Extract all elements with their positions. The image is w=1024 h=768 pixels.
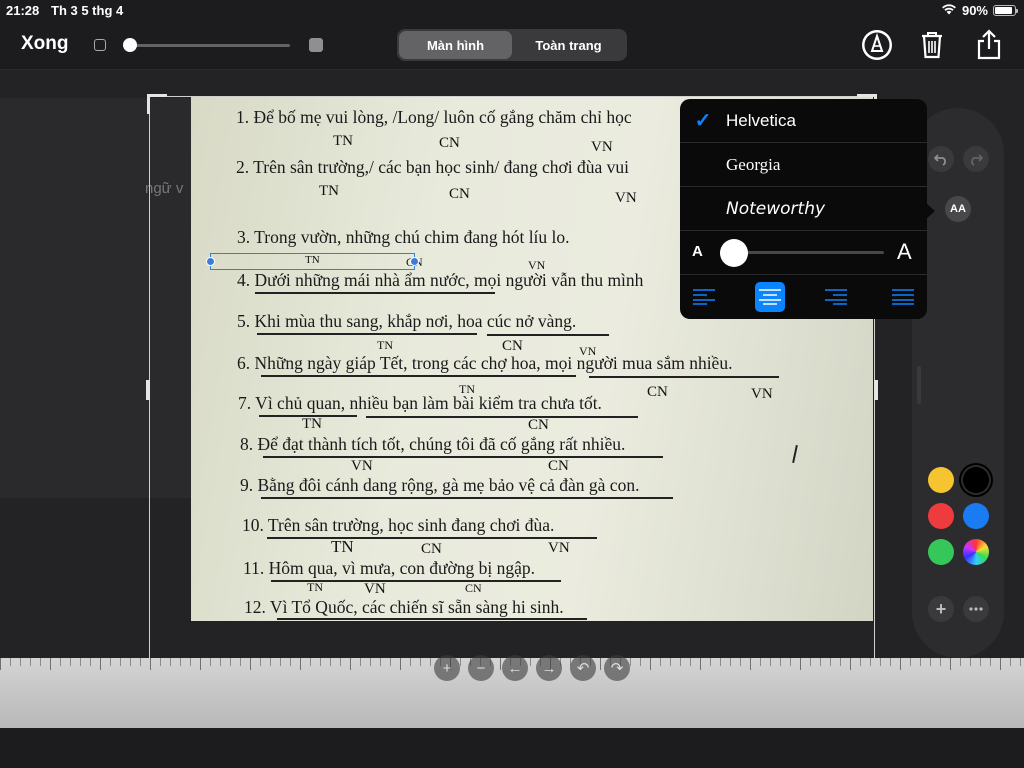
label-vn: VN	[591, 139, 613, 155]
size-large-label: A	[897, 239, 912, 264]
zoom-slider-knob[interactable]	[123, 38, 137, 52]
battery-percent: 90%	[961, 3, 988, 18]
sentence-4: 4. Dưới những mái nhà ẩm nước, mọi người…	[237, 270, 644, 290]
sentence-3: 3. Trong vườn, những chú chim đang hót l…	[237, 227, 570, 247]
minus-icon[interactable]: −	[468, 655, 494, 681]
status-date: Th 3 5 thg 4	[51, 3, 124, 18]
crop-edge-right[interactable]	[874, 380, 878, 400]
label-vn: VN	[615, 190, 637, 206]
palette-grabber[interactable]	[917, 366, 921, 404]
label-cn: CN	[421, 541, 442, 557]
sentence-10: 10. Trên sân trường, học sinh đang chơi …	[242, 515, 555, 535]
align-justify-icon[interactable]	[888, 282, 918, 312]
undo-icon[interactable]	[928, 146, 954, 172]
selection-handle-left[interactable]	[206, 257, 215, 266]
font-option-georgia[interactable]: Georgia	[680, 143, 927, 187]
arrow-left-icon[interactable]: ←	[502, 655, 528, 681]
wifi-icon	[941, 3, 957, 18]
align-right-icon[interactable]	[821, 282, 851, 312]
font-popover: ✓ Helvetica Georgia Noteworthy A A	[680, 99, 927, 319]
label-tn: TN	[377, 338, 393, 352]
status-right: 90%	[941, 3, 1018, 18]
sentence-6: 6. Những ngày giáp Tết, trong các chợ ho…	[237, 353, 733, 373]
swatch-yellow[interactable]	[928, 467, 954, 493]
crop-corner-top-left[interactable]	[147, 94, 167, 114]
swatch-black-selected[interactable]	[963, 467, 989, 493]
label-vn: VN	[548, 540, 570, 556]
redo-icon[interactable]	[963, 146, 989, 172]
markup-toolbar: Xong Màn hình Toàn trang	[0, 20, 1024, 70]
swatch-red[interactable]	[928, 503, 954, 529]
battery-icon	[993, 5, 1018, 16]
zoom-slider-track[interactable]	[128, 44, 290, 47]
font-size-row: A A	[680, 231, 927, 275]
sentence-2: 2. Trên sân trường,/ các bạn học sinh/ đ…	[236, 157, 629, 177]
sentence-5: 5. Khi mùa thu sang, khắp nơi, hoa cúc n…	[237, 311, 577, 331]
label-cn: CN	[647, 384, 668, 400]
background-text-fragment: ngữ v	[145, 180, 184, 197]
color-picker-icon[interactable]	[963, 539, 989, 565]
label-cn: CN	[528, 417, 549, 433]
crop-edge-left[interactable]	[146, 380, 150, 400]
capture-mode-segmented: Màn hình Toàn trang	[397, 29, 627, 61]
sentence-9: 9. Bằng đôi cánh dang rộng, gà mẹ bảo vệ…	[240, 475, 640, 495]
label-cn: CN	[548, 458, 569, 474]
selected-text-box[interactable]: TN	[210, 253, 415, 270]
label-cn: CN	[439, 135, 460, 151]
segment-full-page[interactable]: Toàn trang	[512, 31, 625, 59]
selected-text-content[interactable]: TN	[305, 254, 320, 266]
sentence-1: 1. Để bố mẹ vui lòng, /Long/ luôn cố gắn…	[236, 107, 632, 127]
undo-icon[interactable]: ↶	[570, 655, 596, 681]
zoom-out-icon[interactable]	[94, 39, 106, 51]
add-icon[interactable]: +	[434, 655, 460, 681]
pencil-markup-icon[interactable]	[860, 28, 894, 62]
done-button[interactable]: Xong	[21, 33, 69, 55]
size-small-label: A	[692, 243, 703, 260]
sentence-7: 7. Vì chủ quan, nhiều bạn làm bài kiểm t…	[238, 393, 602, 413]
bottom-area	[0, 728, 1024, 768]
label-tn: TN	[331, 537, 354, 556]
alignment-row	[680, 275, 927, 319]
selection-handle-right[interactable]	[410, 257, 419, 266]
text-format-button[interactable]: AA	[945, 196, 971, 222]
add-icon[interactable]: +	[928, 596, 954, 622]
label-vn: VN	[751, 386, 773, 402]
label-vn: VN	[351, 458, 373, 474]
font-option-helvetica[interactable]: ✓ Helvetica	[680, 99, 927, 143]
page-controls: + − ← → ↶ ↷	[434, 655, 630, 681]
popover-arrow	[925, 202, 935, 220]
zoom-in-icon[interactable]	[309, 38, 323, 52]
font-option-noteworthy[interactable]: Noteworthy	[680, 187, 927, 231]
label-tn: TN	[319, 183, 339, 199]
label-tn: TN	[307, 580, 323, 594]
label-tn: TN	[302, 416, 322, 432]
sentence-8: 8. Để đạt thành tích tốt, chúng tôi đã c…	[240, 434, 626, 454]
more-icon[interactable]	[963, 596, 989, 622]
font-size-knob[interactable]	[720, 239, 748, 267]
label-cn: CN	[465, 581, 482, 595]
segment-screen[interactable]: Màn hình	[399, 31, 512, 59]
label-vn: VN	[364, 581, 386, 597]
status-bar: 21:28 Th 3 5 thg 4 90%	[0, 0, 1024, 20]
status-time: 21:28	[6, 3, 40, 18]
sentence-11: 11. Hôm qua, vì mưa, con đường bị ngập.	[243, 558, 535, 578]
sentence-12: 12. Vì Tổ Quốc, các chiến sĩ sẵn sàng hi…	[244, 597, 564, 617]
arrow-right-icon[interactable]: →	[536, 655, 562, 681]
swatch-green[interactable]	[928, 539, 954, 565]
swatch-blue[interactable]	[963, 503, 989, 529]
align-center-icon[interactable]	[755, 282, 785, 312]
label-cn: CN	[449, 186, 470, 202]
checkmark-icon: ✓	[694, 110, 712, 132]
align-left-icon[interactable]	[689, 282, 719, 312]
share-icon[interactable]	[972, 28, 1006, 62]
label-tn: TN	[333, 133, 353, 149]
redo-icon[interactable]: ↷	[604, 655, 630, 681]
trash-icon[interactable]	[915, 28, 949, 62]
